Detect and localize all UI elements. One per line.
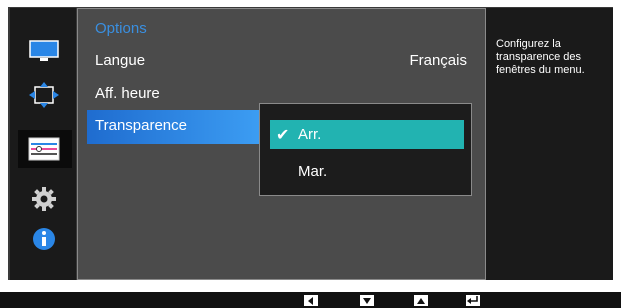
menu-item-transparence[interactable]: Transparence xyxy=(87,110,260,144)
menu-item-aff-heure[interactable]: Aff. heure xyxy=(95,85,160,102)
option-label: Mar. xyxy=(298,163,328,180)
menu-item-label: Aff. heure xyxy=(95,85,160,102)
option-arr[interactable]: ✔ Arr. xyxy=(270,120,464,149)
checkmark-icon: ✔ xyxy=(276,127,290,144)
menu-item-langue[interactable]: Langue Français xyxy=(95,52,467,69)
down-arrow-icon[interactable] xyxy=(360,295,374,306)
help-text: Configurez la transparence des fenêtres … xyxy=(496,38,585,76)
left-arrow-icon[interactable] xyxy=(304,295,318,306)
resize-arrows-icon[interactable] xyxy=(28,82,60,108)
menu-item-label: Transparence xyxy=(95,117,187,134)
option-mar[interactable]: Mar. xyxy=(270,158,464,187)
help-panel: Configurez la transparence des fenêtres … xyxy=(486,8,613,280)
menu-title: Options xyxy=(95,20,147,37)
monitor-icon[interactable] xyxy=(28,38,60,64)
transparency-dropdown: ✔ Arr. Mar. xyxy=(259,103,472,196)
option-label: Arr. xyxy=(298,126,322,143)
sidebar xyxy=(10,8,76,280)
menu-item-value: Français xyxy=(409,52,467,69)
gear-icon[interactable] xyxy=(28,186,60,212)
menu-item-label: Langue xyxy=(95,52,146,69)
info-icon[interactable] xyxy=(28,226,60,252)
sliders-icon[interactable] xyxy=(28,136,60,162)
return-icon[interactable] xyxy=(466,295,480,306)
navigation-bar xyxy=(0,292,621,308)
up-arrow-icon[interactable] xyxy=(414,295,428,306)
